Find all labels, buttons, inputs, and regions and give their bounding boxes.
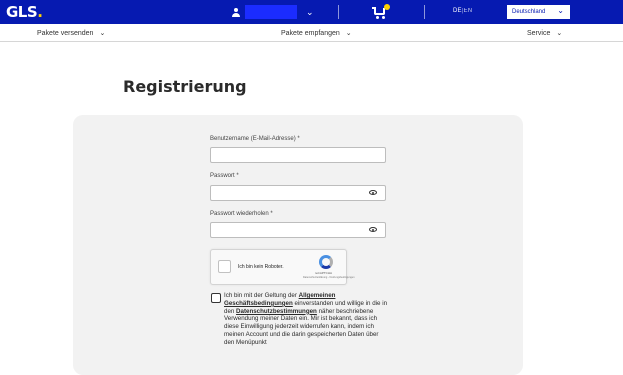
consent-checkbox[interactable] [211,293,221,303]
recaptcha-brand: reCAPTCHA [315,271,333,275]
nav-item-pakete-empfangen[interactable]: Pakete empfangen ⌄ [281,29,352,38]
nav-label: Pakete empfangen [281,29,340,37]
divider [338,5,339,19]
password-repeat-label: Passwort wiederholen * [210,211,273,217]
eye-icon[interactable] [369,190,377,195]
recaptcha-label: Ich bin kein Roboter. [238,264,284,270]
nav-label: Pakete versenden [37,29,94,37]
cart-wheel [376,16,379,19]
chevron-down-icon: ⌄ [556,30,563,37]
logo-text: GLS [6,3,38,21]
password-label: Passwort * [210,173,239,179]
nav-item-service[interactable]: Service ⌄ [527,29,563,38]
divider [424,5,425,19]
password-field[interactable] [210,185,386,201]
consent-text: Ich bin mit der Geltung der Allgemeinen … [224,292,390,347]
user-menu[interactable]: ⌄ [232,5,314,19]
chevron-down-icon: ⌄ [99,30,106,37]
chevron-down-icon: ⌄ [306,6,314,17]
cart-wheel [382,16,385,19]
chevron-down-icon: ⌄ [345,30,352,37]
nav-item-pakete-versenden[interactable]: Pakete versenden ⌄ [37,29,106,38]
language-de[interactable]: DE [453,8,462,14]
cart-badge [384,4,390,10]
top-bar: GLS. ⌄ DE|EN Deutschland ⌄ [0,0,623,24]
page-title: Registrierung [123,77,247,96]
user-name-redacted [245,5,297,19]
language-switcher: DE|EN [453,8,472,14]
nav-label: Service [527,29,551,37]
country-value: Deutschland [512,9,546,15]
country-select[interactable]: Deutschland ⌄ [507,5,570,19]
gls-logo[interactable]: GLS. [6,3,43,21]
username-label: Benutzername (E-Mail-Adresse) * [210,136,300,142]
consent-text-part: Ich bin mit der Geltung der [224,292,299,299]
user-icon [232,7,240,17]
language-en[interactable]: EN [464,8,473,14]
main-nav: Pakete versenden ⌄ Pakete empfangen ⌄ Se… [0,24,623,42]
cart-body [374,8,385,15]
privacy-link[interactable]: Datenschutzbestimmungen [236,308,317,315]
chevron-down-icon: ⌄ [557,6,564,15]
recaptcha-links[interactable]: Datenschutzerklärung - Nutzungsbedingung… [303,276,355,279]
recaptcha-checkbox[interactable] [218,260,231,273]
recaptcha-logo-icon [319,255,333,269]
cart-icon[interactable] [372,4,390,19]
password-repeat-field[interactable] [210,222,386,238]
eye-icon[interactable] [369,227,377,232]
username-field[interactable] [210,147,386,163]
recaptcha-widget: Ich bin kein Roboter. reCAPTCHA Datensch… [210,249,355,285]
logo-dot: . [37,3,43,21]
